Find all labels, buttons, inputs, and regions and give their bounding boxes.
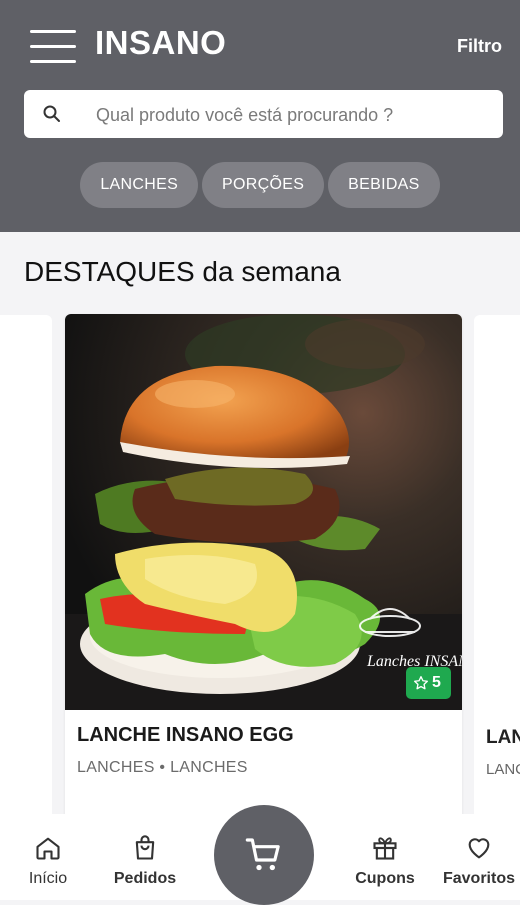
menu-icon[interactable] <box>30 30 76 64</box>
cart-button[interactable] <box>214 805 314 905</box>
app-title: INSANO <box>95 24 227 61</box>
section-title: DESTAQUES da semana <box>24 256 341 287</box>
nav-item-pedidos[interactable]: Pedidos <box>100 814 190 900</box>
home-icon <box>36 837 60 860</box>
search-icon <box>42 104 62 124</box>
nav-label: Favoritos <box>442 870 515 887</box>
shopping-bag-icon <box>135 835 155 860</box>
product-name: LANCHE INSANO EGG <box>77 724 294 746</box>
product-name: LAN <box>486 727 520 748</box>
cart-icon <box>245 838 280 871</box>
nav-item-inicio[interactable]: Início <box>8 814 88 900</box>
chip-porcoes[interactable]: PORÇÕES <box>202 162 325 208</box>
rating-value: 5 <box>432 674 441 691</box>
nav-label: Pedidos <box>113 870 177 887</box>
product-category: LANCHES • LANCHES <box>77 759 248 776</box>
filter-button[interactable]: Filtro <box>457 36 502 57</box>
rating-badge: 5 <box>406 667 451 699</box>
chip-lanches[interactable]: LANCHES <box>80 162 199 208</box>
nav-item-cupons[interactable]: Cupons <box>340 814 430 900</box>
nav-label: Cupons <box>355 870 415 887</box>
nav-item-favoritos[interactable]: Favoritos <box>436 814 520 900</box>
chip-bebidas[interactable]: BEBIDAS <box>328 162 440 208</box>
gift-icon <box>373 837 397 860</box>
search-input[interactable] <box>94 90 498 140</box>
product-card-next[interactable]: LAN LANC <box>474 315 520 825</box>
product-card-previous[interactable] <box>0 315 52 825</box>
category-chips: LANCHES PORÇÕES BEBIDAS <box>0 162 520 208</box>
search-bar <box>24 90 503 140</box>
app-header: INSANO Filtro LANCHES PORÇÕES BEBIDAS <box>0 0 520 232</box>
product-image: Lanches INSANO <box>65 314 462 710</box>
nav-label: Início <box>28 870 68 887</box>
product-category: LANC <box>486 761 520 778</box>
star-icon <box>414 676 428 690</box>
product-card[interactable]: Lanches INSANO 5 LANCHE INSANO EGG LANCH… <box>65 314 462 824</box>
heart-icon <box>468 838 490 859</box>
